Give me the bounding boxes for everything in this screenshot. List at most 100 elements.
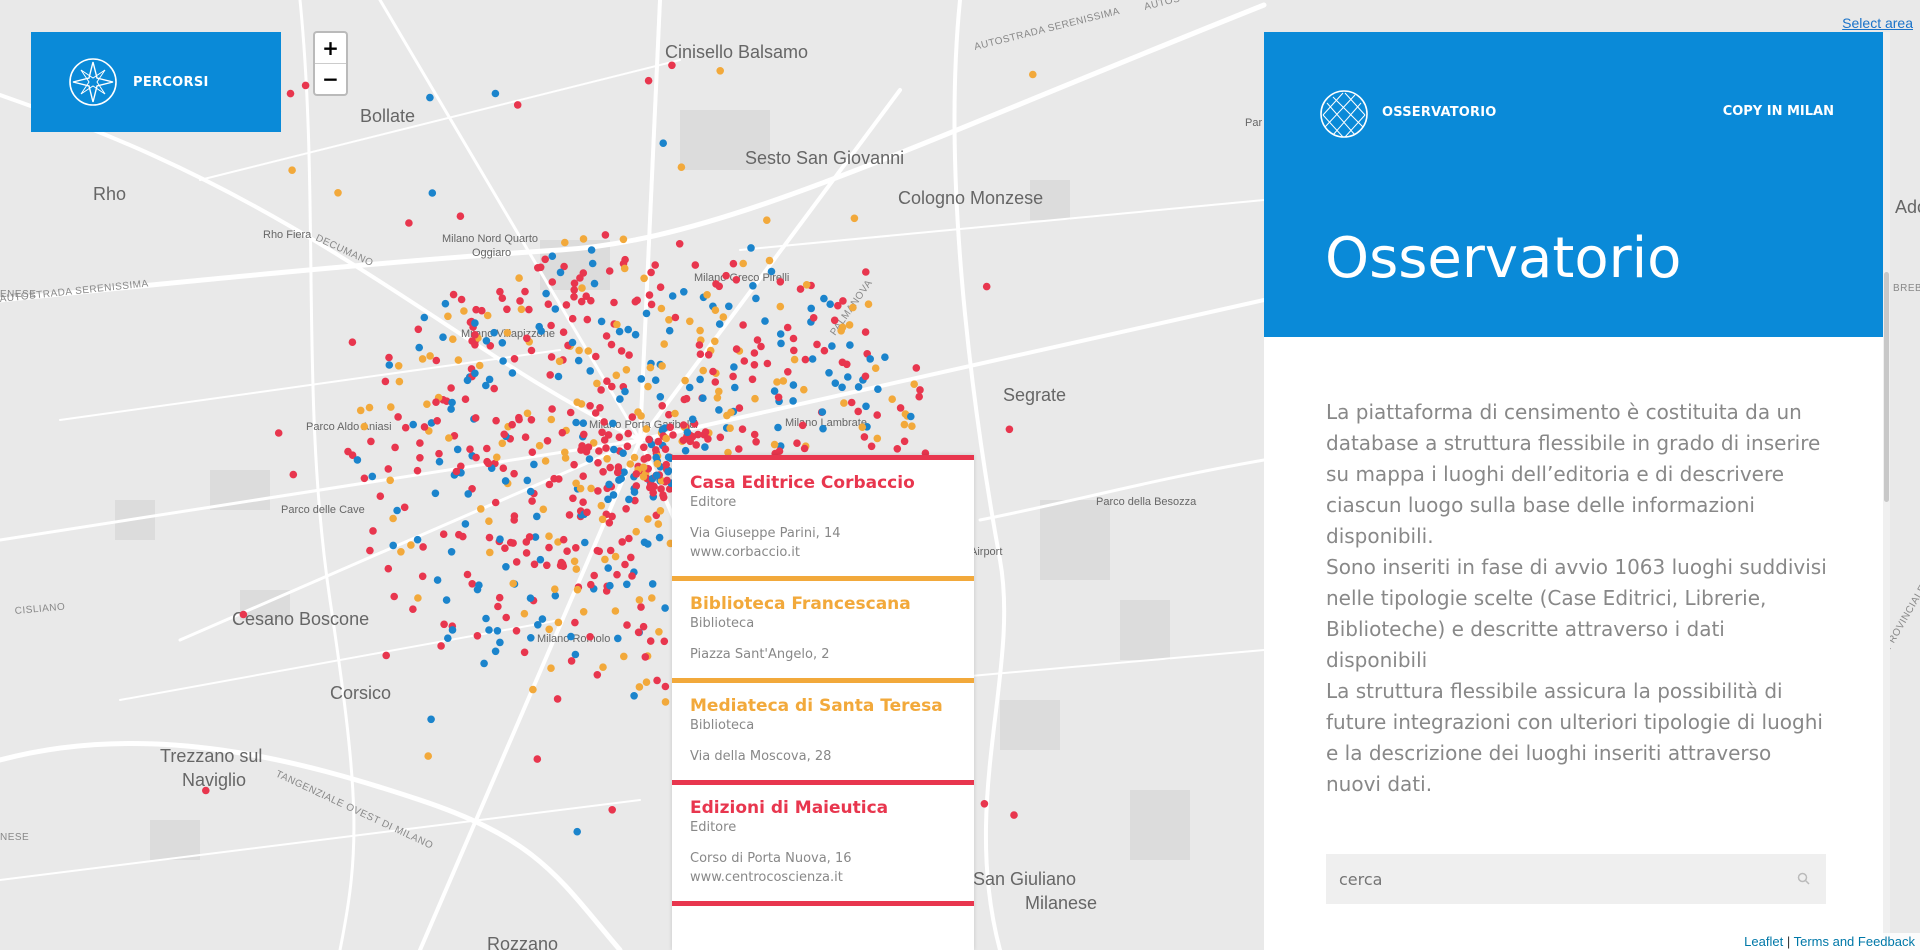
place-marker[interactable] [844,373,852,381]
place-marker[interactable] [854,407,862,416]
place-marker[interactable] [647,300,656,309]
place-popup-list[interactable]: Casa Editrice Corbaccio Editore Via Gius… [672,455,974,950]
place-marker[interactable] [861,328,870,336]
place-marker[interactable] [424,752,433,760]
place-marker[interactable] [603,455,611,463]
place-marker[interactable] [828,342,836,350]
place-marker[interactable] [655,628,663,636]
place-marker[interactable] [587,580,595,589]
place-marker[interactable] [494,602,502,611]
place-marker[interactable] [776,302,785,311]
place-marker[interactable] [624,429,632,438]
place-marker[interactable] [605,519,614,527]
place-marker[interactable] [512,627,521,635]
place-marker[interactable] [716,67,724,75]
place-marker[interactable] [916,386,924,394]
place-marker[interactable] [874,385,882,394]
place-marker[interactable] [496,638,504,647]
place-marker[interactable] [657,304,666,313]
place-marker[interactable] [849,303,857,312]
place-marker[interactable] [439,333,447,342]
place-marker[interactable] [289,470,298,479]
place-marker[interactable] [711,378,720,386]
place-marker[interactable] [555,475,563,483]
place-marker[interactable] [543,561,551,570]
place-marker[interactable] [729,259,738,268]
place-marker[interactable] [547,415,556,424]
place-marker[interactable] [428,189,437,197]
place-marker[interactable] [648,594,656,602]
place-marker[interactable] [452,467,461,476]
place-marker[interactable] [627,553,635,562]
place-marker[interactable] [414,325,423,334]
place-marker[interactable] [360,422,369,431]
place-marker[interactable] [590,279,599,288]
place-marker[interactable] [651,376,660,385]
place-marker[interactable] [472,453,480,462]
place-marker[interactable] [395,377,404,386]
place-marker[interactable] [637,375,646,383]
place-marker[interactable] [426,93,434,102]
place-marker[interactable] [595,447,603,455]
place-marker[interactable] [752,438,760,446]
place-marker[interactable] [545,480,554,489]
place-marker[interactable] [652,453,660,462]
place-marker[interactable] [761,317,769,325]
place-marker[interactable] [517,305,526,314]
place-marker[interactable] [432,356,441,365]
place-marker[interactable] [490,328,498,337]
place-marker[interactable] [807,304,815,313]
place-marker[interactable] [881,353,889,362]
place-card[interactable]: Edizioni di Maieutica Editore Corso di P… [672,780,974,901]
place-marker[interactable] [454,356,463,364]
place-marker[interactable] [751,394,759,403]
place-marker[interactable] [551,585,559,593]
place-marker[interactable] [468,337,476,345]
place-marker[interactable] [753,336,762,344]
place-marker[interactable] [847,398,856,407]
place-marker[interactable] [570,279,579,288]
place-marker[interactable] [503,305,511,314]
place-marker[interactable] [508,420,516,429]
place-marker[interactable] [866,355,874,363]
place-marker[interactable] [607,340,616,349]
place-marker[interactable] [509,579,517,588]
place-marker[interactable] [523,334,531,343]
place-marker[interactable] [516,297,524,305]
place-marker[interactable] [482,614,490,623]
place-marker[interactable] [475,361,484,370]
place-marker[interactable] [401,423,410,432]
place-marker[interactable] [353,456,362,464]
place-marker[interactable] [571,650,580,659]
place-marker[interactable] [910,380,918,389]
place-marker[interactable] [485,517,493,525]
place-marker[interactable] [680,288,688,296]
place-marker[interactable] [615,327,624,336]
place-marker[interactable] [433,417,442,425]
place-marker[interactable] [704,435,712,443]
place-marker[interactable] [619,235,628,244]
place-marker[interactable] [642,678,651,686]
place-marker[interactable] [644,540,652,548]
place-marker[interactable] [599,663,607,671]
place-marker[interactable] [561,238,569,247]
place-marker[interactable] [740,357,749,365]
place-marker[interactable] [423,400,431,409]
place-marker[interactable] [537,327,545,335]
place-marker[interactable] [668,61,676,70]
place-marker[interactable] [628,413,637,421]
place-marker[interactable] [704,351,713,359]
place-marker[interactable] [483,311,492,320]
place-marker[interactable] [615,433,624,442]
place-marker[interactable] [366,546,374,555]
place-marker[interactable] [577,297,586,306]
place-marker[interactable] [547,321,555,330]
place-marker[interactable] [668,292,677,300]
place-marker[interactable] [625,534,633,543]
place-marker[interactable] [715,406,723,414]
place-marker[interactable] [908,422,916,431]
place-marker[interactable] [539,505,548,514]
place-marker[interactable] [980,800,989,808]
place-marker[interactable] [583,508,591,517]
place-marker[interactable] [447,384,455,392]
